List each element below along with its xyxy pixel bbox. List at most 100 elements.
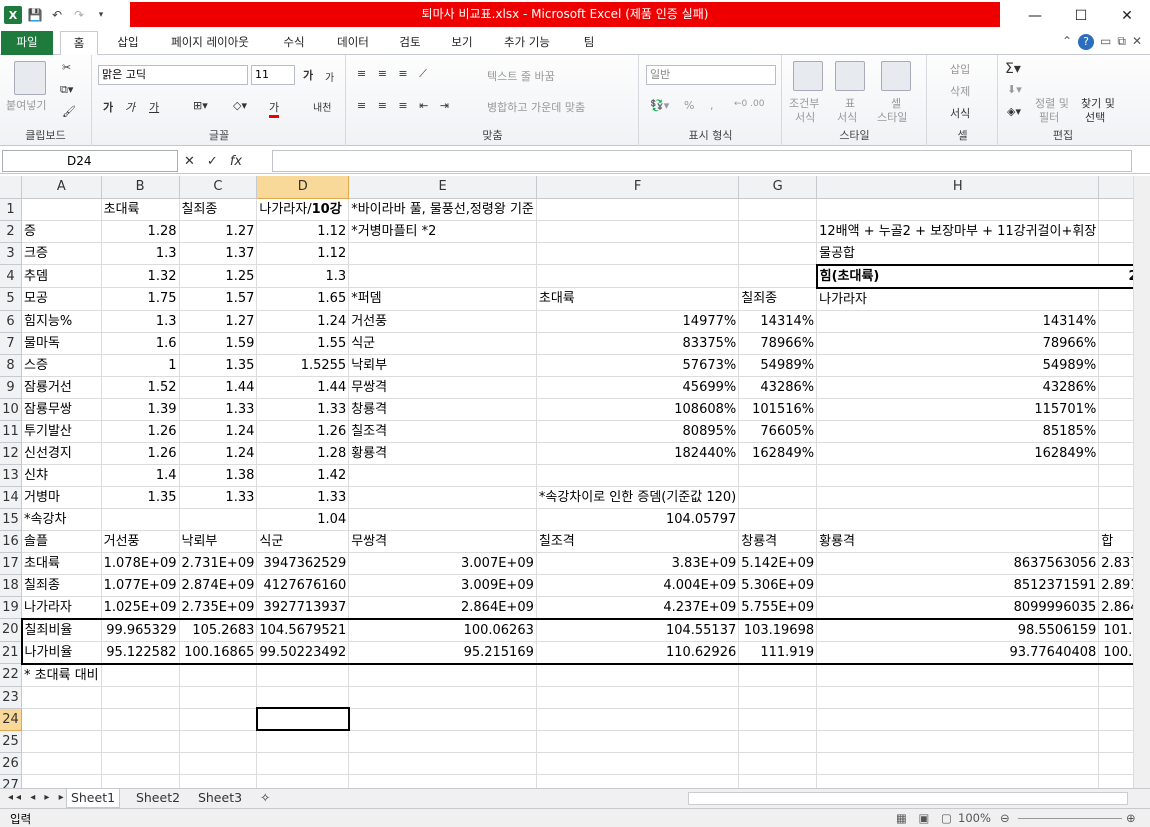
cell-D24[interactable] xyxy=(255,707,350,731)
cell-B10[interactable]: 1.39 xyxy=(101,398,180,421)
cell-D26[interactable] xyxy=(256,752,350,775)
cell-F22[interactable] xyxy=(536,663,740,687)
cell-A4[interactable]: 추뎀 xyxy=(21,264,102,288)
conditional-format-icon[interactable] xyxy=(793,61,823,91)
cell-C9[interactable]: 1.44 xyxy=(179,376,258,399)
row-header-21[interactable]: 21 xyxy=(0,641,23,664)
cell-A9[interactable]: 잠룡거선 xyxy=(21,376,102,399)
tab-view[interactable]: 보기 xyxy=(442,31,482,55)
row-header-23[interactable]: 23 xyxy=(0,686,23,709)
cell-B22[interactable] xyxy=(101,663,180,687)
zoom-out-icon[interactable]: ⊖ xyxy=(1000,811,1010,825)
cell-C5[interactable]: 1.57 xyxy=(179,287,258,311)
cell-H21[interactable]: 93.77640408 xyxy=(816,641,1100,665)
cell-B8[interactable]: 1 xyxy=(101,354,180,377)
cell-H6[interactable]: 14314% xyxy=(816,310,1100,333)
cell-A5[interactable]: 모공 xyxy=(21,287,102,311)
cell-F25[interactable] xyxy=(536,730,740,753)
cell-D23[interactable] xyxy=(256,686,350,709)
border-icon[interactable]: ⊞▾ xyxy=(193,99,208,112)
row-header-9[interactable]: 9 xyxy=(0,376,23,399)
column-header-E[interactable]: E xyxy=(348,176,537,199)
row-header-27[interactable]: 27 xyxy=(0,774,23,788)
bold-button[interactable]: 가 xyxy=(103,99,113,115)
cell-A19[interactable]: 나가라자 xyxy=(21,596,102,619)
cell-F20[interactable]: 104.55137 xyxy=(536,617,740,642)
cell-G20[interactable]: 103.19698 xyxy=(738,617,818,642)
cell-E15[interactable] xyxy=(348,508,537,531)
redo-icon[interactable]: ↷ xyxy=(70,6,88,24)
paste-icon[interactable] xyxy=(14,61,46,95)
cell-C27[interactable] xyxy=(179,774,258,788)
tab-review[interactable]: 검토 xyxy=(390,31,430,55)
row-header-20[interactable]: 20 xyxy=(0,618,23,642)
cell-G5[interactable]: 칠죄종 xyxy=(738,287,818,311)
cell-C14[interactable]: 1.33 xyxy=(179,486,258,509)
cell-E10[interactable]: 창룡격 xyxy=(348,398,537,421)
cell-E11[interactable]: 칠조격 xyxy=(348,420,537,443)
cell-E26[interactable] xyxy=(348,752,537,775)
row-header-12[interactable]: 12 xyxy=(0,442,23,465)
cell-A10[interactable]: 잠룡무쌍 xyxy=(21,398,102,421)
cell-F24[interactable] xyxy=(536,708,740,731)
tab-home[interactable]: 홈 xyxy=(60,31,98,56)
cell-A21[interactable]: 나가비율 xyxy=(20,641,102,665)
cell-C8[interactable]: 1.35 xyxy=(179,354,258,377)
insert-cells-button[interactable]: 삽입 xyxy=(950,61,970,77)
cell-E16[interactable]: 무쌍격 xyxy=(348,530,537,553)
number-format-dropdown[interactable]: 일반 xyxy=(646,65,776,85)
comma-icon[interactable]: , xyxy=(710,99,714,112)
find-select-button-2[interactable]: 선택 xyxy=(1085,109,1105,125)
decimal-icons[interactable]: ←0 .00 xyxy=(734,99,764,109)
formula-input[interactable] xyxy=(272,150,1132,172)
worksheet-grid[interactable]: ABCDEFGHIJKLM 1초대륙칠죄종나가라자/10강*바이라바 풀, 물풍… xyxy=(0,176,1150,788)
cell-H7[interactable]: 78966% xyxy=(816,332,1100,355)
cell-D20[interactable]: 104.5679521 xyxy=(256,617,350,642)
cell-B14[interactable]: 1.35 xyxy=(101,486,180,509)
cell-D27[interactable] xyxy=(256,774,350,788)
cell-G8[interactable]: 54989% xyxy=(738,354,818,377)
cell-E23[interactable] xyxy=(348,686,537,709)
cell-C17[interactable]: 2.731E+09 xyxy=(179,552,258,575)
row-header-24[interactable]: 24 xyxy=(0,708,23,731)
cell-C25[interactable] xyxy=(179,730,258,753)
cell-H15[interactable] xyxy=(816,508,1100,531)
cell-A14[interactable]: 거병마 xyxy=(21,486,102,509)
cell-A27[interactable] xyxy=(21,774,102,788)
cell-C23[interactable] xyxy=(179,686,258,709)
cell-A3[interactable]: 크증 xyxy=(21,242,102,265)
shrink-font-button[interactable]: 가 xyxy=(325,69,334,84)
help-icon[interactable]: ? xyxy=(1078,34,1095,50)
cell-H22[interactable] xyxy=(816,663,1100,687)
cell-A8[interactable]: 스증 xyxy=(21,354,102,377)
sheet-nav-icons[interactable]: ◂◂ ◂ ▸ ▸▸ xyxy=(8,789,75,808)
cell-G17[interactable]: 5.142E+09 xyxy=(738,552,818,575)
cell-B18[interactable]: 1.077E+09 xyxy=(101,574,180,597)
delete-cells-button[interactable]: 삭제 xyxy=(950,83,970,99)
cell-G11[interactable]: 76605% xyxy=(738,420,818,443)
cell-C16[interactable]: 낙뢰부 xyxy=(179,530,258,553)
select-all-corner[interactable] xyxy=(0,176,23,199)
cell-F11[interactable]: 80895% xyxy=(536,420,740,443)
cell-F18[interactable]: 4.004E+09 xyxy=(536,574,740,597)
cell-A16[interactable]: 솔플 xyxy=(21,530,102,553)
row-header-1[interactable]: 1 xyxy=(0,198,23,221)
column-header-D[interactable]: D xyxy=(256,176,350,199)
cell-H4[interactable]: 힘(초대륙) xyxy=(815,263,1099,289)
cell-D4[interactable]: 1.3 xyxy=(256,264,350,288)
tab-file[interactable]: 파일 xyxy=(1,31,53,55)
cell-A22[interactable]: * 초대륙 대비 xyxy=(21,663,102,687)
cell-A25[interactable] xyxy=(21,730,102,753)
row-header-6[interactable]: 6 xyxy=(0,310,23,333)
underline-button[interactable]: 가 xyxy=(149,99,159,115)
cell-F6[interactable]: 14977% xyxy=(536,310,740,333)
cell-D6[interactable]: 1.24 xyxy=(256,310,350,333)
cell-G12[interactable]: 162849% xyxy=(738,442,818,465)
cell-F10[interactable]: 108608% xyxy=(536,398,740,421)
cell-G7[interactable]: 78966% xyxy=(738,332,818,355)
row-header-7[interactable]: 7 xyxy=(0,332,23,355)
cell-D25[interactable] xyxy=(256,730,350,753)
cell-D1[interactable]: 나가라자/10강 xyxy=(256,198,350,221)
cell-D14[interactable]: 1.33 xyxy=(256,486,350,509)
cell-C24[interactable] xyxy=(179,708,258,731)
